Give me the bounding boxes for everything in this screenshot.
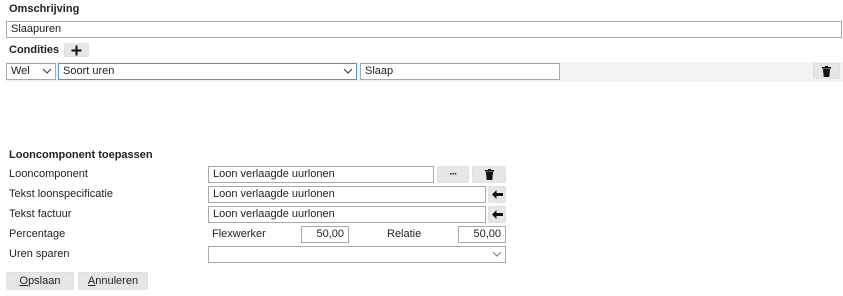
cancel-button[interactable]: Annuleren <box>78 272 148 290</box>
copy-factuur-button[interactable] <box>488 206 506 223</box>
save-button-label: Opslaan <box>19 275 61 287</box>
add-condition-button[interactable] <box>64 43 89 57</box>
tekst-loonspecificatie-input[interactable]: Loon verlaagde uurlonen <box>208 186 486 203</box>
arrow-left-icon <box>491 190 503 199</box>
section-title: Looncomponent toepassen <box>9 149 153 161</box>
arrow-left-icon <box>491 210 503 219</box>
omschrijving-input[interactable]: Slaapuren <box>6 21 842 38</box>
cancel-button-label: Annuleren <box>87 275 139 287</box>
percentage-label: Percentage <box>9 228 66 240</box>
condition-field-select[interactable]: Soort uren <box>58 63 357 80</box>
chevron-down-icon <box>492 251 502 257</box>
more-button[interactable]: ··· <box>437 166 469 183</box>
delete-looncomponent-button[interactable] <box>472 166 506 183</box>
omschrijving-label: Omschrijving <box>9 3 80 15</box>
looncomponent-label: Looncomponent <box>9 168 88 180</box>
condition-operator-select[interactable]: Wel <box>6 63 56 80</box>
delete-condition-button[interactable] <box>813 63 840 79</box>
copy-loonspecificatie-button[interactable] <box>488 186 506 203</box>
relatie-label: Relatie <box>387 228 422 240</box>
tekst-factuur-input[interactable]: Loon verlaagde uurlonen <box>208 206 486 223</box>
condities-label: Condities <box>9 44 60 56</box>
relatie-percentage-input[interactable]: 50,00 <box>458 226 506 243</box>
plus-icon <box>71 45 82 55</box>
chevron-down-icon <box>343 68 353 74</box>
looncomponent-input[interactable]: Loon verlaagde uurlonen <box>208 166 434 183</box>
uren-sparen-label: Uren sparen <box>9 248 70 260</box>
condition-value-input[interactable]: Slaap <box>360 63 560 80</box>
uren-sparen-select[interactable] <box>208 246 506 263</box>
save-button[interactable]: Opslaan <box>6 272 74 290</box>
flexwerker-percentage-input[interactable]: 50,00 <box>301 226 349 243</box>
tekst-factuur-label: Tekst factuur <box>9 208 72 220</box>
condition-field-value: Soort uren <box>63 65 115 77</box>
chevron-down-icon <box>42 68 52 74</box>
tekst-loonspecificatie-label: Tekst loonspecificatie <box>9 188 113 200</box>
trash-icon <box>822 65 831 77</box>
condition-operator-value: Wel <box>11 65 30 77</box>
trash-icon <box>484 169 494 180</box>
flexwerker-label: Flexwerker <box>212 228 266 240</box>
